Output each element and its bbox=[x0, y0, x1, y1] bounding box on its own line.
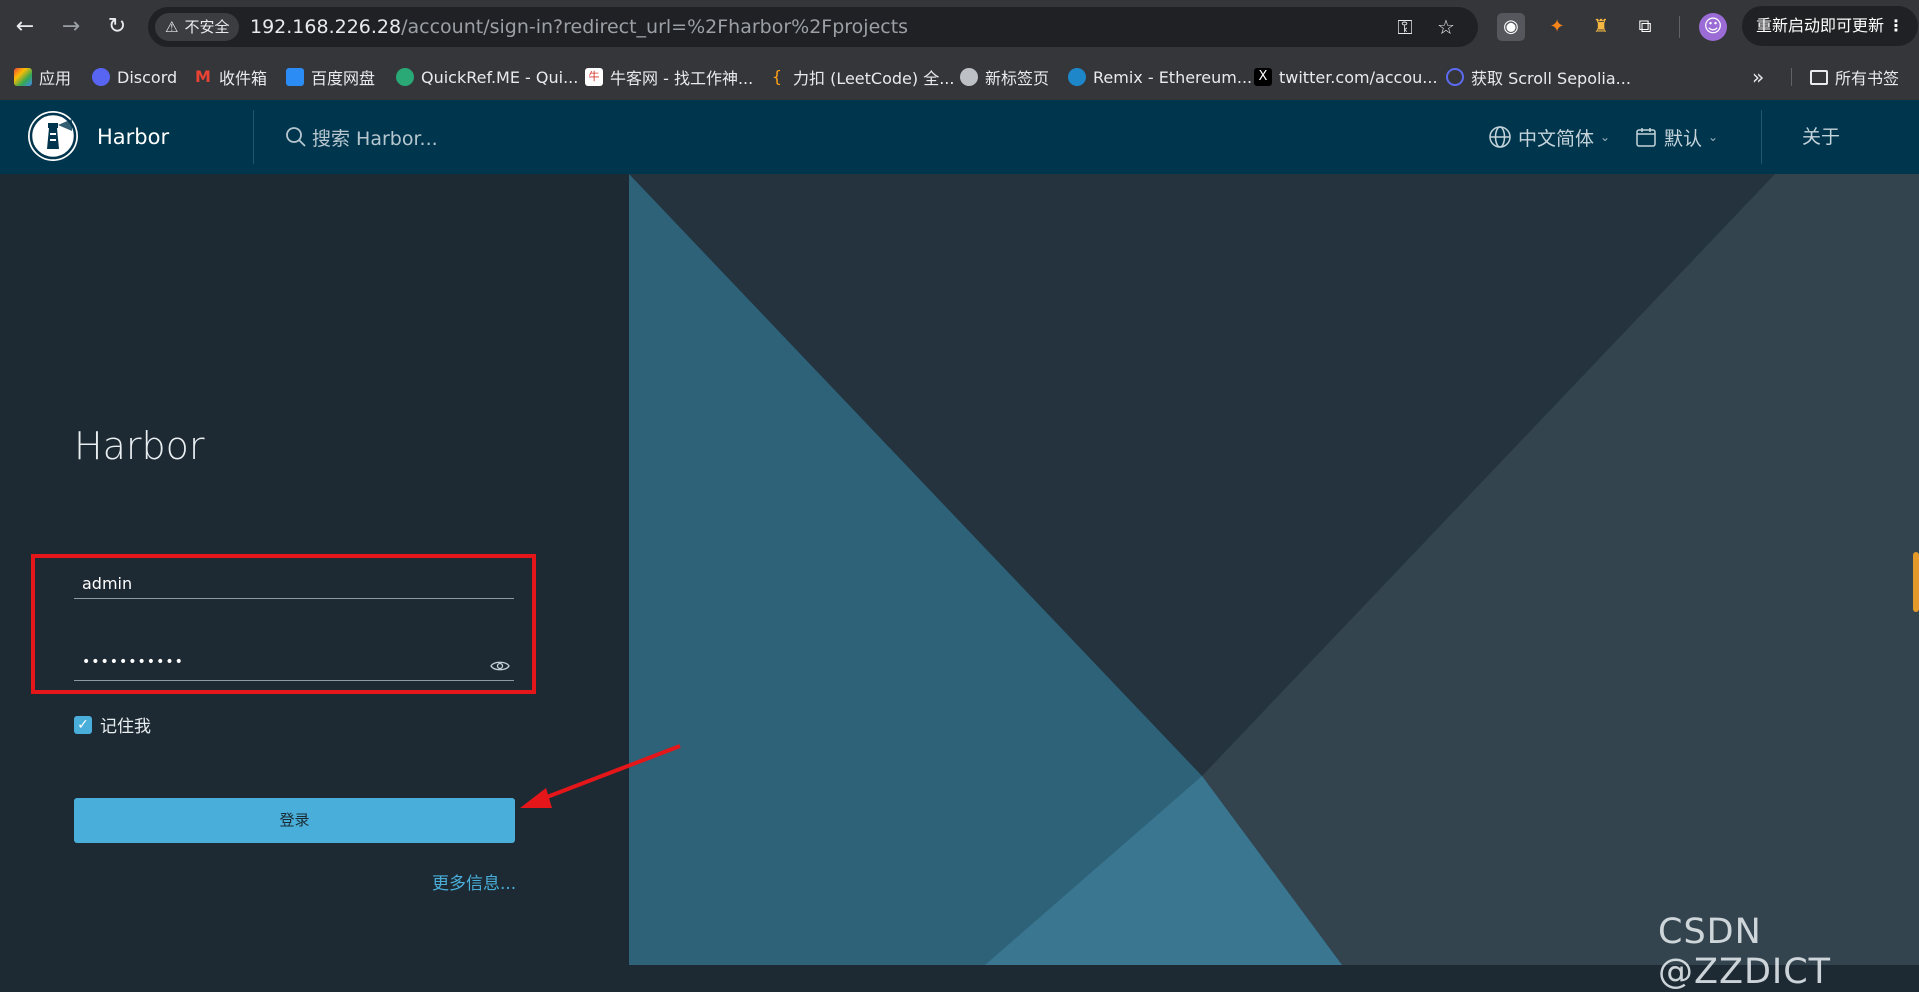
bookmark-label: 新标签页 bbox=[985, 69, 1050, 88]
search-placeholder: 搜索 Harbor... bbox=[312, 127, 438, 150]
url-path: /account/sign-in?redirect_url=%2Fharbor%… bbox=[401, 16, 909, 38]
bookmark-label: Remix - Ethereum... bbox=[1093, 67, 1253, 87]
harbor-logo-icon[interactable] bbox=[28, 111, 78, 161]
warning-icon: ⚠ bbox=[165, 18, 179, 36]
bookmark-scroll[interactable]: 获取 Scroll Sepolia... bbox=[1446, 54, 1631, 100]
bookmark-new-tab[interactable]: 新标签页 bbox=[960, 54, 1049, 100]
all-bookmarks[interactable]: 所有书签 bbox=[1810, 54, 1899, 100]
forward-arrow-icon[interactable]: → bbox=[56, 12, 86, 42]
scroll-icon bbox=[1446, 68, 1464, 86]
all-bookmarks-label: 所有书签 bbox=[1835, 69, 1900, 88]
bookmark-discord[interactable]: Discord bbox=[92, 54, 177, 100]
bookmark-apps[interactable]: 应用 bbox=[14, 54, 71, 100]
about-link[interactable]: 关于 bbox=[1802, 100, 1840, 174]
calendar-icon bbox=[1636, 128, 1656, 147]
bookmark-gmail[interactable]: M 收件箱 bbox=[194, 54, 267, 100]
url-text[interactable]: 192.168.226.28/account/sign-in?redirect_… bbox=[250, 7, 908, 47]
watermark: CSDN @ZZDICT bbox=[1658, 912, 1832, 992]
annotation-arrow-icon bbox=[520, 744, 681, 808]
extension-robot-icon[interactable]: ♜ bbox=[1587, 13, 1615, 41]
bookmark-label: twitter.com/accou... bbox=[1279, 67, 1438, 87]
update-label: 重新启动即可更新 bbox=[1756, 16, 1885, 35]
bookmark-twitter[interactable]: X twitter.com/accou... bbox=[1254, 54, 1438, 100]
bookmark-label: 百度网盘 bbox=[311, 69, 376, 88]
theme-label: 默认 bbox=[1664, 127, 1703, 150]
scrollbar-thumb[interactable] bbox=[1913, 552, 1919, 612]
language-label: 中文简体 bbox=[1518, 127, 1595, 150]
language-selector[interactable]: 中文简体 ⌄ bbox=[1488, 100, 1610, 174]
global-search[interactable]: 搜索 Harbor... bbox=[284, 100, 438, 174]
metamask-fox-icon[interactable]: ✦ bbox=[1543, 13, 1571, 41]
bookmarks-divider bbox=[1791, 68, 1792, 86]
bookmark-label: 力扣 (LeetCode) 全... bbox=[793, 69, 955, 88]
leetcode-icon: { bbox=[771, 67, 783, 86]
chevron-down-icon: ⌄ bbox=[1708, 130, 1719, 144]
folder-icon bbox=[1810, 69, 1828, 85]
extensions-puzzle-icon[interactable]: ⧉ bbox=[1631, 13, 1659, 41]
more-vertical-icon: ⋮ bbox=[1888, 16, 1904, 35]
x-icon: X bbox=[1254, 68, 1272, 86]
bookmark-nowcoder[interactable]: 牛 牛客网 - 找工作神... bbox=[585, 54, 753, 100]
bookmark-label: 获取 Scroll Sepolia... bbox=[1471, 69, 1631, 88]
bookmark-quickref[interactable]: QuickRef.ME - Qui... bbox=[396, 54, 578, 100]
address-bar[interactable]: ⚠ 不安全 192.168.226.28/account/sign-in?red… bbox=[148, 7, 1478, 47]
toolbar-divider bbox=[1679, 16, 1680, 38]
gmail-icon: M bbox=[195, 67, 211, 86]
back-arrow-icon[interactable]: ← bbox=[10, 12, 40, 42]
search-icon bbox=[286, 127, 306, 147]
bookmark-baidu[interactable]: 百度网盘 bbox=[286, 54, 375, 100]
security-label: 不安全 bbox=[184, 18, 230, 36]
nowcoder-icon: 牛 bbox=[585, 68, 603, 86]
globe-icon bbox=[1489, 126, 1511, 148]
login-page: Harbor admin ••••••••••• ✓ 记住我 登录 更多信息..… bbox=[0, 174, 1919, 992]
star-icon[interactable]: ☆ bbox=[1434, 15, 1458, 39]
browser-toolbar: ← → ↻ ⚠ 不安全 192.168.226.28/account/sign-… bbox=[0, 0, 1919, 54]
bookmarks-overflow-chevron-icon[interactable]: » bbox=[1752, 54, 1764, 100]
discord-icon bbox=[92, 68, 110, 86]
bookmark-label: QuickRef.ME - Qui... bbox=[421, 67, 579, 87]
globe-icon bbox=[960, 68, 978, 86]
bookmarks-bar: 应用 Discord M 收件箱 百度网盘 QuickRef.ME - Qui.… bbox=[0, 54, 1919, 101]
header-divider bbox=[1761, 110, 1762, 164]
bookmark-label: 收件箱 bbox=[219, 69, 268, 88]
bookmark-label: Discord bbox=[117, 67, 178, 87]
remix-icon bbox=[1068, 68, 1086, 86]
apps-grid-icon bbox=[14, 68, 32, 86]
bookmark-label: 牛客网 - 找工作神... bbox=[610, 69, 754, 88]
theme-selector[interactable]: 默认 ⌄ bbox=[1634, 100, 1718, 174]
update-button[interactable]: 重新启动即可更新 ⋮ bbox=[1742, 6, 1918, 46]
bookmark-leetcode[interactable]: { 力扣 (LeetCode) 全... bbox=[768, 54, 955, 100]
reload-icon[interactable]: ↻ bbox=[102, 12, 132, 42]
header-divider bbox=[253, 110, 254, 164]
quickref-icon bbox=[396, 68, 414, 86]
baidu-netdisk-icon bbox=[286, 68, 304, 86]
app-header: Harbor 搜索 Harbor... 中文简体 ⌄ 默认 ⌄ 关于 bbox=[0, 100, 1919, 174]
extension-mask-icon[interactable]: ◉ bbox=[1497, 13, 1525, 41]
url-host: 192.168.226.28 bbox=[250, 16, 402, 38]
chevron-down-icon: ⌄ bbox=[1600, 130, 1611, 144]
bookmark-label: 应用 bbox=[39, 69, 72, 88]
bookmark-remix[interactable]: Remix - Ethereum... bbox=[1068, 54, 1252, 100]
app-title[interactable]: Harbor bbox=[97, 100, 169, 174]
security-chip[interactable]: ⚠ 不安全 bbox=[155, 13, 240, 41]
profile-avatar[interactable]: ☺ bbox=[1699, 13, 1727, 41]
key-icon[interactable]: ⚿ bbox=[1393, 15, 1417, 39]
